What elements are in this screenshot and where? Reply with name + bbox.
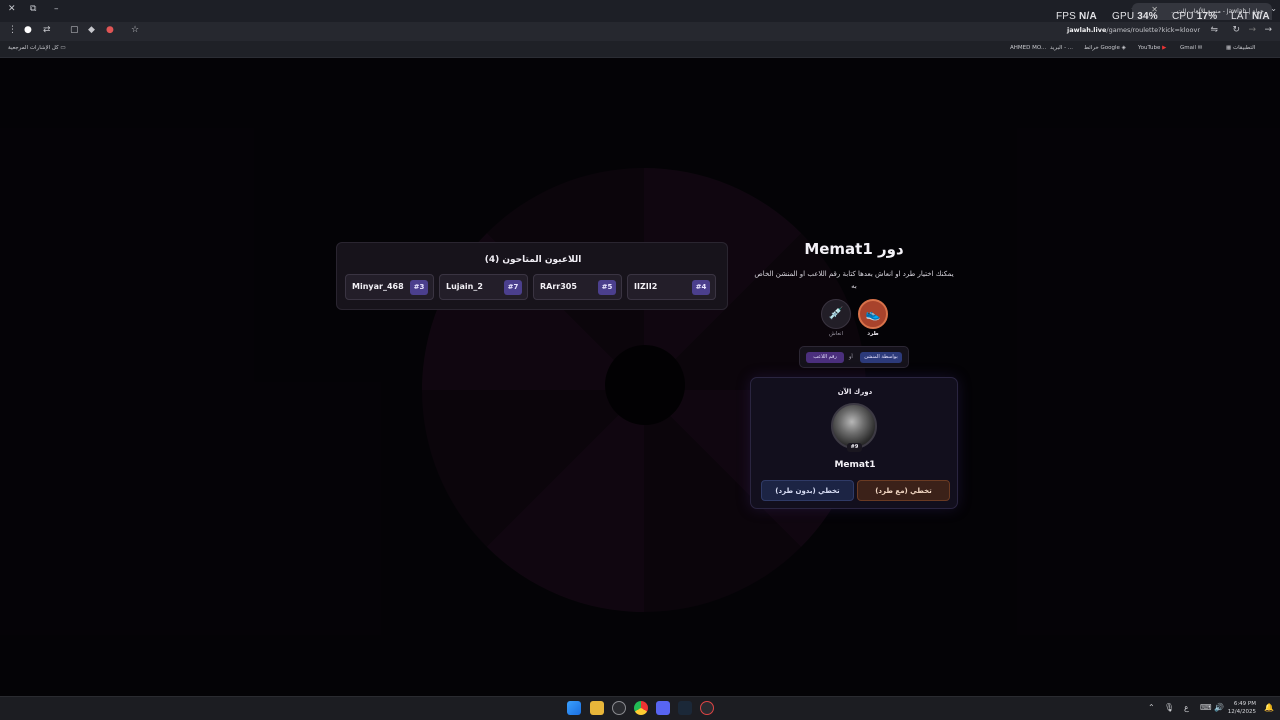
close-window-icon[interactable]: ✕ [8, 4, 16, 14]
clock-time: 6:49 PM [1233, 701, 1256, 707]
player-card[interactable]: IIZII2 #4 [627, 274, 716, 300]
menu-icon[interactable]: ⋮ [8, 25, 17, 35]
players-panel-title: اللاعبون المتاحون (4) [484, 255, 582, 265]
file-explorer-icon[interactable] [590, 701, 604, 715]
mode-or-text: أو [849, 354, 853, 360]
player-number-badge: #3 [410, 280, 428, 295]
fps-readout: FPS N/A [1056, 11, 1097, 22]
kick-button[interactable]: 👟 [858, 299, 888, 329]
chrome-taskbar-icon[interactable] [634, 701, 648, 715]
extension-diamond-icon[interactable]: ◆ [88, 25, 95, 35]
network-icon[interactable]: ⌨ [1200, 703, 1212, 712]
players-panel: اللاعبون المتاحون (4) Minyar_468 #3 Luja… [336, 242, 728, 310]
tray-expand-icon[interactable]: ⌃ [1148, 703, 1155, 712]
volume-icon[interactable]: 🔊 [1214, 703, 1224, 712]
modal-overlay [0, 58, 1280, 696]
bookmark-ahmed[interactable]: AHMED MO... [1010, 45, 1046, 51]
all-bookmarks[interactable]: كل الإشارات المرجعية ▭ [8, 45, 66, 51]
lat-readout: LAT N/A [1231, 11, 1270, 22]
player-number-badge: #5 [598, 280, 616, 295]
mode-mention-chip[interactable]: بواسطة المنشن [860, 352, 902, 363]
bookmark-maps[interactable]: خرائط Google ◈ [1084, 45, 1126, 51]
extension-icon[interactable]: ⇄ [43, 25, 51, 35]
revive-button[interactable]: 💉 [821, 299, 851, 329]
address-bar[interactable]: jawlah.live/games/roulette?kick=kloovr [1067, 26, 1200, 34]
current-turn-card: دورك الآن #9 Memat1 تخطي (بدون طرد) تخطي… [750, 377, 958, 509]
target-mode-selector: بواسطة المنشن أو رقم اللاعب [799, 346, 909, 368]
system-clock[interactable]: 6:49 PM 12/4/2025 [1228, 700, 1256, 716]
bookmark-apps[interactable]: ▦ التطبيقات [1226, 45, 1255, 51]
turn-title: دور Memat1 [804, 240, 904, 258]
microphone-icon[interactable]: 🎙 [1164, 703, 1174, 712]
settings-app-icon[interactable] [612, 701, 626, 715]
restore-window-icon[interactable]: ⧉ [30, 4, 36, 14]
player-name: Minyar_468 [352, 282, 404, 291]
tab-search-icon[interactable]: ⌄ [1270, 4, 1277, 13]
forward-icon[interactable]: → [1248, 25, 1256, 35]
current-turn-title: دورك الآن [837, 388, 873, 396]
revive-label: انعاش [828, 331, 844, 337]
player-card[interactable]: Minyar_468 #3 [345, 274, 434, 300]
app-icon[interactable] [700, 701, 714, 715]
language-indicator[interactable]: ع [1184, 703, 1189, 712]
bookmark-star-icon[interactable]: ☆ [131, 25, 139, 35]
cpu-readout: CPU 17% [1172, 11, 1218, 22]
steam-icon[interactable] [678, 701, 692, 715]
player-number-badge: #7 [504, 280, 522, 295]
turn-description: يمكنك اختيار طرد او انعاش بعدها كتابة رق… [754, 270, 954, 290]
player-name: RArr305 [540, 282, 577, 291]
player-name: Lujain_2 [446, 282, 483, 291]
skip-without-kick-button[interactable]: تخطي (بدون طرد) [761, 480, 854, 501]
kick-shoe-icon: 👟 [865, 307, 881, 321]
current-player-name: Memat1 [834, 460, 876, 470]
start-menu-icon[interactable] [567, 701, 581, 715]
site-settings-icon[interactable]: ⇋ [1210, 25, 1218, 35]
extension-red-icon[interactable]: ● [106, 25, 114, 35]
reload-icon[interactable]: ↻ [1232, 25, 1240, 35]
profile-icon[interactable]: ● [24, 25, 32, 35]
player-card[interactable]: RArr305 #5 [533, 274, 622, 300]
kick-label: طرد [867, 331, 879, 337]
bookmark-mail[interactable]: البريد - ... [1050, 45, 1073, 51]
clock-date: 12/4/2025 [1227, 709, 1256, 715]
player-card[interactable]: Lujain_2 #7 [439, 274, 528, 300]
gpu-readout: GPU 34% [1112, 11, 1158, 22]
syringe-icon: 💉 [828, 306, 844, 320]
minimize-window-icon[interactable]: – [54, 4, 59, 14]
player-number-badge: #4 [692, 280, 710, 295]
notification-icon[interactable]: 🔔 [1264, 703, 1274, 712]
avatar-number-badge: #9 [847, 443, 862, 452]
extensions-icon[interactable]: ▢ [70, 25, 79, 35]
player-name: IIZII2 [634, 282, 658, 291]
discord-icon[interactable] [656, 701, 670, 715]
back-icon[interactable]: → [1264, 25, 1272, 35]
mode-number-chip[interactable]: رقم اللاعب [806, 352, 844, 363]
bookmark-youtube[interactable]: YouTube ▶ [1138, 45, 1166, 51]
bookmark-gmail[interactable]: Gmail ✉ [1180, 45, 1202, 51]
skip-with-kick-button[interactable]: تخطي (مع طرد) [857, 480, 950, 501]
